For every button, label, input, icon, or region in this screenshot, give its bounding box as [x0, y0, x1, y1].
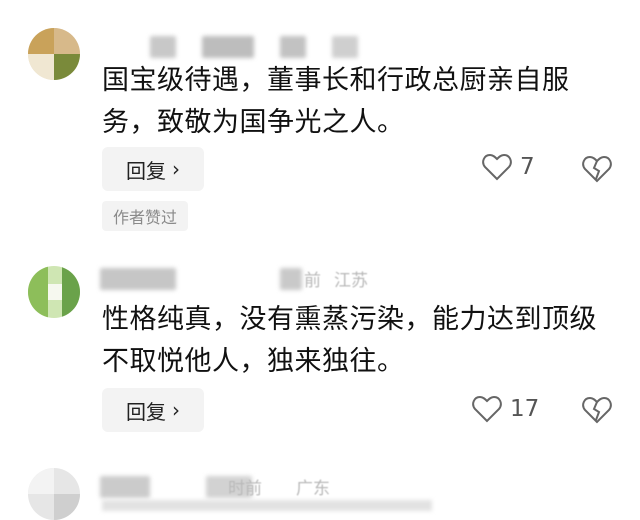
comment-time: 时前 — [228, 479, 262, 499]
avatar[interactable] — [28, 468, 80, 520]
comment-item: 时前 广东 — [0, 0, 640, 520]
comment-text-cutoff — [102, 500, 432, 511]
comment-meta-redacted: 时前 广东 — [100, 476, 400, 500]
comment-location: 广东 — [296, 479, 330, 499]
